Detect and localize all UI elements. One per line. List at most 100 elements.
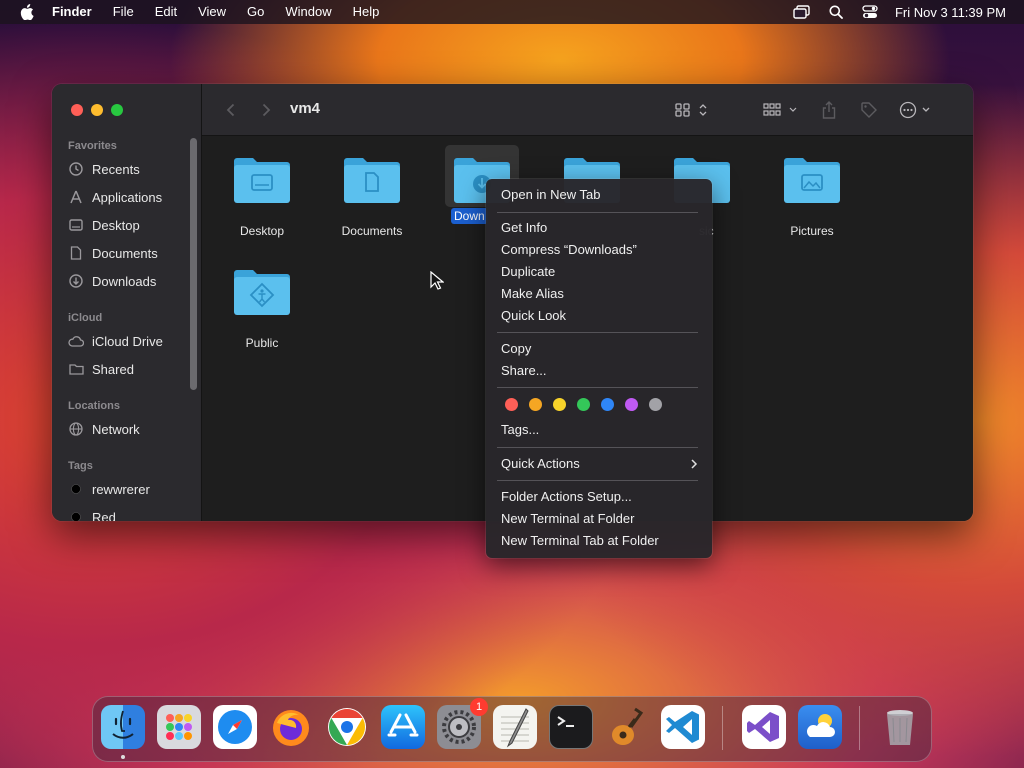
sidebar-item-tag[interactable]: Red bbox=[68, 505, 116, 521]
folder-item-desktop[interactable]: Desktop bbox=[207, 155, 317, 238]
terminal-icon[interactable] bbox=[549, 705, 593, 749]
tag-color-orange[interactable] bbox=[529, 398, 542, 411]
garageband-icon[interactable] bbox=[605, 705, 649, 749]
menu-item-share[interactable]: Share... bbox=[501, 360, 698, 382]
sidebar-item-network[interactable]: Network bbox=[68, 417, 140, 441]
folder-label: Documents bbox=[341, 224, 403, 238]
safari-icon[interactable] bbox=[213, 705, 257, 749]
menu-item-quick-look[interactable]: Quick Look bbox=[501, 305, 698, 327]
notification-badge: 1 bbox=[470, 698, 488, 716]
trash-icon[interactable] bbox=[878, 705, 922, 749]
sidebar-item-applications[interactable]: Applications bbox=[68, 185, 162, 209]
context-menu: Open in New Tab Get Info Compress “Downl… bbox=[486, 179, 712, 558]
folder-pictures-icon bbox=[784, 158, 840, 203]
menu-edit[interactable]: Edit bbox=[155, 0, 177, 24]
menu-bar-clock[interactable]: Fri Nov 3 11:39 PM bbox=[895, 5, 1006, 20]
menu-item-open-new-tab[interactable]: Open in New Tab bbox=[501, 184, 698, 206]
folder-item-public[interactable]: Public bbox=[207, 267, 317, 350]
sidebar-header-favorites: Favorites bbox=[68, 140, 117, 152]
menu-separator bbox=[497, 480, 698, 481]
sidebar-scrollbar[interactable] bbox=[190, 138, 197, 390]
document-icon bbox=[68, 245, 84, 261]
icon-view-toggle-icon[interactable] bbox=[674, 98, 710, 122]
sidebar-header-icloud: iCloud bbox=[68, 312, 103, 324]
globe-icon bbox=[68, 421, 84, 437]
launchpad-icon[interactable] bbox=[157, 705, 201, 749]
menu-item-compress[interactable]: Compress “Downloads” bbox=[501, 239, 698, 261]
folder-item-documents[interactable]: Documents bbox=[317, 155, 427, 238]
system-settings-icon[interactable]: 1 bbox=[437, 698, 488, 749]
sidebar-item-documents[interactable]: Documents bbox=[68, 241, 158, 265]
sidebar-item-tag[interactable]: rewwrerer bbox=[68, 477, 150, 501]
sidebar-item-label: Applications bbox=[92, 189, 163, 205]
control-center-icon[interactable] bbox=[861, 4, 879, 20]
finder-icon[interactable] bbox=[101, 705, 145, 749]
tag-color-green[interactable] bbox=[577, 398, 590, 411]
vscode-icon[interactable] bbox=[661, 705, 705, 749]
sidebar-item-label: iCloud Drive bbox=[92, 333, 163, 349]
menu-item-new-terminal[interactable]: New Terminal at Folder bbox=[501, 508, 698, 530]
tag-icon[interactable] bbox=[858, 98, 880, 122]
menu-help[interactable]: Help bbox=[353, 0, 380, 24]
sidebar-item-icloud-drive[interactable]: iCloud Drive bbox=[68, 329, 163, 353]
sidebar-item-shared[interactable]: Shared bbox=[68, 357, 134, 381]
menu-file[interactable]: File bbox=[113, 0, 134, 24]
group-by-icon[interactable] bbox=[762, 98, 800, 122]
sidebar-header-locations: Locations bbox=[68, 400, 120, 412]
spotlight-search-icon[interactable] bbox=[827, 4, 845, 20]
share-icon[interactable] bbox=[820, 98, 838, 122]
menu-finder[interactable]: Finder bbox=[52, 0, 92, 24]
shared-folder-icon bbox=[68, 361, 84, 377]
zoom-window-button[interactable] bbox=[111, 104, 123, 116]
minimize-window-button[interactable] bbox=[91, 104, 103, 116]
folder-item-pictures[interactable]: Pictures bbox=[757, 155, 867, 238]
sidebar-item-label: Network bbox=[92, 421, 140, 437]
menu-separator bbox=[497, 387, 698, 388]
menu-item-new-terminal-tab[interactable]: New Terminal Tab at Folder bbox=[501, 530, 698, 552]
menu-item-tags[interactable]: Tags... bbox=[501, 419, 698, 441]
menu-separator bbox=[497, 447, 698, 448]
sidebar-item-downloads[interactable]: Downloads bbox=[68, 269, 156, 293]
visual-studio-icon[interactable] bbox=[742, 705, 786, 749]
menu-item-duplicate[interactable]: Duplicate bbox=[501, 261, 698, 283]
chrome-icon[interactable] bbox=[325, 705, 369, 749]
menu-item-folder-actions[interactable]: Folder Actions Setup... bbox=[501, 486, 698, 508]
menu-item-copy[interactable]: Copy bbox=[501, 338, 698, 360]
sidebar-item-recents[interactable]: Recents bbox=[68, 157, 140, 181]
chevron-right-icon bbox=[690, 453, 698, 482]
back-chevron-icon[interactable] bbox=[222, 98, 238, 122]
window-title: vm4 bbox=[290, 100, 321, 117]
forward-chevron-icon[interactable] bbox=[258, 98, 274, 122]
firefox-icon[interactable] bbox=[269, 705, 313, 749]
weather-icon[interactable] bbox=[798, 705, 842, 749]
menu-window[interactable]: Window bbox=[285, 0, 331, 24]
apple-logo-icon[interactable] bbox=[20, 4, 34, 20]
app-store-icon[interactable] bbox=[381, 705, 425, 749]
tag-color-red[interactable] bbox=[505, 398, 518, 411]
menu-item-quick-actions[interactable]: Quick Actions bbox=[501, 453, 698, 475]
menu-view[interactable]: View bbox=[198, 0, 226, 24]
tag-color-yellow[interactable] bbox=[553, 398, 566, 411]
screen-mirroring-icon[interactable] bbox=[793, 4, 811, 20]
running-indicator bbox=[121, 755, 125, 759]
folder-desktop-icon bbox=[234, 158, 290, 203]
sidebar-item-desktop[interactable]: Desktop bbox=[68, 213, 140, 237]
menu-item-get-info[interactable]: Get Info bbox=[501, 217, 698, 239]
menu-item-make-alias[interactable]: Make Alias bbox=[501, 283, 698, 305]
more-actions-icon[interactable] bbox=[898, 98, 934, 122]
sidebar-item-label: Documents bbox=[92, 245, 158, 261]
sidebar-header-tags: Tags bbox=[68, 460, 93, 472]
tag-color-purple[interactable] bbox=[625, 398, 638, 411]
menu-bar: Finder File Edit View Go Window Help Fri… bbox=[0, 0, 1024, 24]
window-controls bbox=[71, 104, 131, 116]
tag-color-picker bbox=[505, 398, 673, 411]
sidebar-item-label: Shared bbox=[92, 361, 134, 377]
download-icon bbox=[68, 273, 84, 289]
textedit-icon[interactable] bbox=[493, 705, 537, 749]
close-window-button[interactable] bbox=[71, 104, 83, 116]
sidebar-item-label: Recents bbox=[92, 161, 140, 177]
tag-color-gray[interactable] bbox=[649, 398, 662, 411]
menu-go[interactable]: Go bbox=[247, 0, 264, 24]
sidebar-item-label: Desktop bbox=[92, 217, 140, 233]
tag-color-blue[interactable] bbox=[601, 398, 614, 411]
